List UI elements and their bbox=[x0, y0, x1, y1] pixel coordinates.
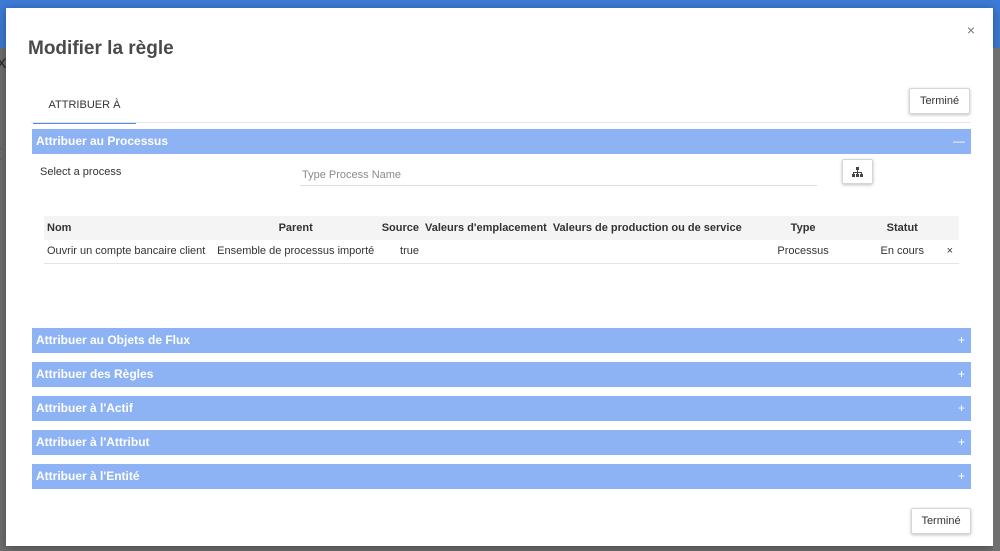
section-header-actif[interactable]: Attribuer à l'Actif + bbox=[32, 396, 971, 421]
column-header-statut: Statut bbox=[861, 216, 944, 240]
edit-rule-dialog: × Modifier la règle ATTRIBUER À Terminé … bbox=[6, 8, 993, 546]
expand-icon[interactable]: + bbox=[958, 464, 965, 489]
cell-source: true bbox=[378, 240, 422, 264]
background-bracket: [ bbox=[0, 146, 1, 160]
collapse-icon[interactable]: — bbox=[953, 129, 965, 154]
cell-nom: Ouvrir un compte bancaire client bbox=[44, 240, 214, 264]
column-header-parent: Parent bbox=[213, 216, 379, 240]
section-header-attribut[interactable]: Attribuer à l'Attribut + bbox=[32, 430, 971, 455]
process-name-input[interactable] bbox=[300, 164, 817, 186]
section-header-objets-de-flux[interactable]: Attribuer au Objets de Flux + bbox=[32, 328, 971, 353]
expand-icon[interactable]: + bbox=[958, 362, 965, 387]
cell-type: Processus bbox=[744, 240, 862, 264]
tabs-divider bbox=[31, 122, 971, 123]
section-title: Attribuer à l'Actif bbox=[36, 401, 133, 415]
section-header-processus[interactable]: Attribuer au Processus — bbox=[32, 129, 971, 154]
expand-icon[interactable]: + bbox=[958, 396, 965, 421]
section-title: Attribuer à l'Entité bbox=[36, 469, 140, 483]
cell-statut: En cours bbox=[861, 240, 944, 264]
assigned-process-table: Nom Parent Source Valeurs d'emplacement … bbox=[44, 216, 959, 264]
select-process-label: Select a process bbox=[40, 166, 122, 178]
cell-valeurs-production bbox=[549, 240, 745, 264]
close-icon[interactable]: × bbox=[963, 22, 979, 38]
cell-valeurs-emplacement bbox=[421, 240, 550, 264]
section-title: Attribuer des Règles bbox=[36, 367, 154, 381]
column-header-valeurs-production: Valeurs de production ou de service bbox=[549, 216, 745, 240]
column-header-actions bbox=[943, 216, 959, 240]
column-header-source: Source bbox=[378, 216, 422, 240]
table-row: Ouvrir un compte bancaire client Ensembl… bbox=[44, 240, 959, 264]
column-header-type: Type bbox=[744, 216, 862, 240]
section-title: Attribuer au Objets de Flux bbox=[36, 333, 191, 347]
remove-row-icon[interactable]: × bbox=[943, 240, 959, 264]
column-header-valeurs-emplacement: Valeurs d'emplacement bbox=[421, 216, 550, 240]
expand-icon[interactable]: + bbox=[958, 430, 965, 455]
dialog-title: Modifier la règle bbox=[28, 38, 174, 59]
tab-attribuer[interactable]: ATTRIBUER À bbox=[33, 93, 136, 124]
hierarchy-button[interactable] bbox=[842, 159, 873, 184]
section-header-entite[interactable]: Attribuer à l'Entité + bbox=[32, 464, 971, 489]
background-right-edge bbox=[993, 48, 1000, 551]
section-title: Attribuer au Processus bbox=[36, 134, 169, 148]
table-header-row: Nom Parent Source Valeurs d'emplacement … bbox=[44, 216, 959, 240]
section-header-regles[interactable]: Attribuer des Règles + bbox=[32, 362, 971, 387]
section-title: Attribuer à l'Attribut bbox=[36, 435, 150, 449]
done-button-bottom[interactable]: Terminé bbox=[911, 508, 971, 534]
expand-icon[interactable]: + bbox=[958, 328, 965, 353]
column-header-nom: Nom bbox=[44, 216, 214, 240]
done-button-top[interactable]: Terminé bbox=[909, 88, 970, 114]
cell-parent: Ensemble de processus importé bbox=[213, 240, 379, 264]
hierarchy-icon bbox=[852, 166, 863, 177]
